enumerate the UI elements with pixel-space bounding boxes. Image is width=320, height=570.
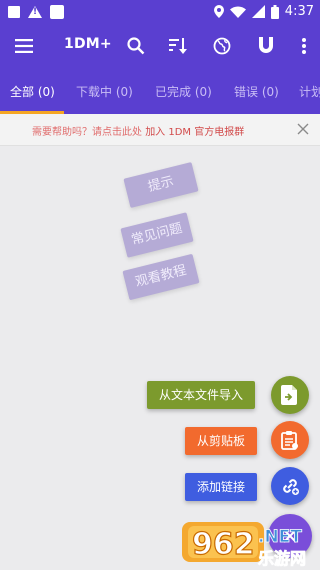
file-import-icon	[281, 385, 297, 405]
status-bar: 4:37	[0, 0, 320, 24]
system-icons: 4:37	[213, 4, 314, 19]
hint-tutorial[interactable]: 观看教程	[122, 253, 200, 301]
clock: 4:37	[284, 4, 314, 19]
telegram-link[interactable]: 加入 1DM 官方电报群	[145, 127, 244, 138]
search-icon[interactable]	[122, 24, 150, 68]
more-vert-icon[interactable]	[290, 24, 318, 68]
notification-icons	[8, 5, 64, 19]
tab-errors[interactable]: 错误 (0)	[234, 83, 279, 100]
app-notification-icon	[50, 5, 64, 19]
location-icon	[213, 5, 224, 18]
svg-text:962: 962	[192, 527, 255, 562]
link-add-icon	[283, 479, 299, 495]
signal-icon	[251, 5, 265, 18]
add-link-label[interactable]: 添加链接	[185, 473, 258, 501]
clipboard-icon	[281, 431, 298, 450]
hint-faq[interactable]: 常见问题	[120, 212, 194, 258]
import-from-text-label[interactable]: 从文本文件导入	[147, 381, 256, 409]
tab-downloading[interactable]: 下载中 (0)	[76, 83, 133, 100]
add-link-button[interactable]	[271, 467, 309, 505]
from-clipboard-label[interactable]: 从剪贴板	[185, 427, 258, 455]
watermark-logo: 962 .NET 乐游网	[178, 518, 320, 570]
globe-icon[interactable]	[208, 24, 236, 68]
wifi-icon	[229, 5, 246, 18]
import-text-file-button[interactable]	[271, 376, 309, 414]
magnet-icon[interactable]	[252, 24, 280, 68]
sort-icon[interactable]	[164, 24, 192, 68]
tab-scheduled[interactable]: 计划	[299, 83, 320, 100]
notification-square-icon	[8, 6, 20, 18]
battery-icon	[270, 4, 279, 19]
banner-text: 需要帮助吗？请点击此处	[32, 127, 142, 138]
app-title: 1DM+	[64, 36, 112, 52]
svg-text:.NET: .NET	[258, 527, 302, 547]
app-bar: 1DM+	[0, 24, 320, 68]
menu-icon[interactable]	[10, 24, 38, 68]
hint-tip[interactable]: 提示	[123, 161, 199, 209]
warning-icon	[28, 6, 42, 18]
help-banner[interactable]: 需要帮助吗？请点击此处 加入 1DM 官方电报群	[0, 114, 320, 146]
close-icon[interactable]	[292, 118, 314, 140]
tab-completed[interactable]: 已完成 (0)	[155, 83, 212, 100]
tab-bar: 全部 (0) 下载中 (0) 已完成 (0) 错误 (0) 计划	[0, 68, 320, 114]
tab-all[interactable]: 全部 (0)	[10, 83, 55, 100]
paste-clipboard-button[interactable]	[271, 421, 309, 459]
svg-text:乐游网: 乐游网	[258, 549, 306, 568]
